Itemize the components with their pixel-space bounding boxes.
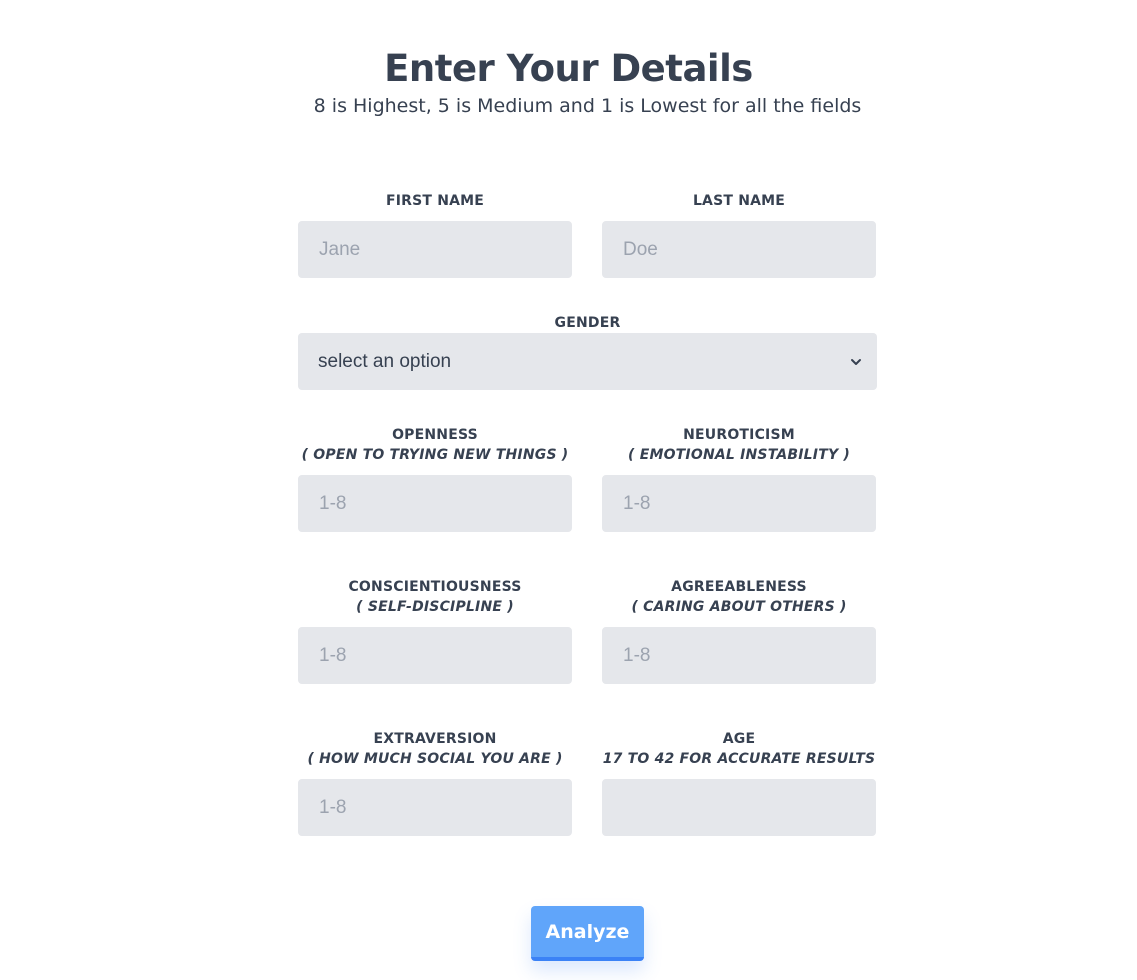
gender-selected-value: select an option (318, 350, 452, 372)
gender-select[interactable]: select an option (298, 333, 877, 390)
openness-input[interactable] (298, 475, 572, 532)
agreeableness-label: Agreeableness (671, 579, 807, 595)
page-subtitle: 8 is Highest, 5 is Medium and 1 is Lowes… (313, 95, 862, 117)
first-name-input[interactable] (298, 221, 572, 278)
analyze-button[interactable]: Analyze (531, 906, 644, 961)
agreeableness-group: Agreeableness ( Caring about others ) (602, 577, 876, 684)
age-group: Age 17 to 42 for accurate results (602, 729, 876, 836)
agreeableness-input[interactable] (602, 627, 876, 684)
openness-label: Openness (392, 427, 478, 443)
openness-hint: ( Open to trying new things ) (301, 447, 569, 463)
neuroticism-label: Neuroticism (683, 427, 795, 443)
age-label: Age (722, 731, 756, 747)
extraversion-label: Extraversion (373, 731, 497, 747)
last-name-input[interactable] (602, 221, 876, 278)
page-title: Enter Your Details (384, 47, 753, 90)
extraversion-hint: ( How much social you are ) (307, 751, 563, 767)
gender-label: Gender (554, 315, 621, 331)
age-hint: 17 to 42 for accurate results (602, 751, 876, 767)
chevron-down-icon (849, 355, 863, 369)
neuroticism-hint: ( Emotional Instability ) (628, 447, 850, 463)
first-name-group: First Name (298, 191, 572, 278)
last-name-group: Last Name (602, 191, 876, 278)
gender-group: Gender select an option (298, 313, 877, 390)
extraversion-group: Extraversion ( How much social you are ) (298, 729, 572, 836)
neuroticism-group: Neuroticism ( Emotional Instability ) (602, 425, 876, 532)
neuroticism-input[interactable] (602, 475, 876, 532)
openness-group: Openness ( Open to trying new things ) (298, 425, 572, 532)
conscientiousness-hint: ( Self-Discipline ) (356, 599, 514, 615)
last-name-label: Last Name (692, 193, 786, 209)
conscientiousness-input[interactable] (298, 627, 572, 684)
first-name-label: First Name (385, 193, 485, 209)
age-input[interactable] (602, 779, 876, 836)
agreeableness-hint: ( Caring about others ) (631, 599, 847, 615)
conscientiousness-group: Conscientiousness ( Self-Discipline ) (298, 577, 572, 684)
extraversion-input[interactable] (298, 779, 572, 836)
conscientiousness-label: Conscientiousness (348, 579, 522, 595)
